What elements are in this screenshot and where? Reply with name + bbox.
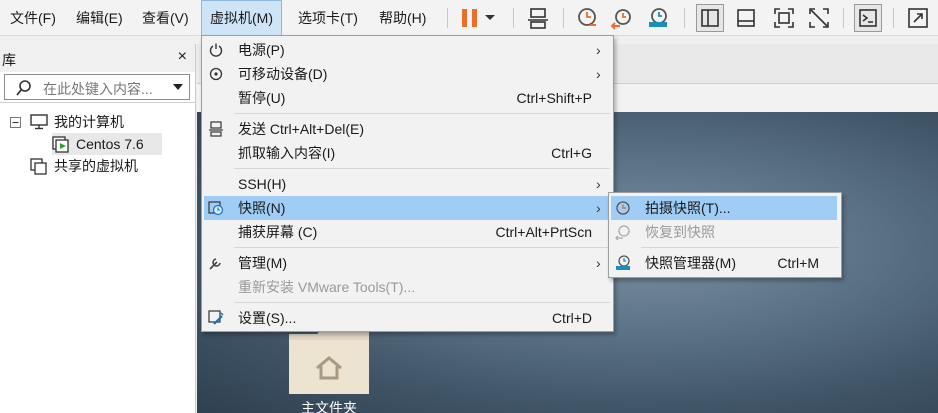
submenu-arrow-icon: › <box>596 66 601 82</box>
removable-device-icon <box>208 66 224 82</box>
stretch-guest-button[interactable] <box>904 4 932 32</box>
search-dropdown-icon[interactable] <box>173 84 183 90</box>
menu-separator <box>641 247 839 248</box>
send-keys-icon <box>208 121 224 137</box>
toolbar-separator <box>513 8 514 28</box>
submenu-arrow-icon: › <box>596 176 601 192</box>
clock-snapshot-icon <box>578 8 596 26</box>
shared-vms-icon <box>30 158 47 175</box>
shortcut-label: Ctrl+Shift+P <box>516 90 592 106</box>
stretch-icon <box>908 8 928 28</box>
show-library-button[interactable] <box>696 4 724 32</box>
snapshot-submenu: 拍摄快照(T)... 恢复到快照 快照管理器(M) Ctrl+M <box>608 192 842 278</box>
unity-mode-icon <box>809 8 829 28</box>
vm-menu-manage[interactable]: 管理(M) › <box>204 251 611 275</box>
library-title: 库 <box>2 52 16 68</box>
submenu-arrow-icon: › <box>596 255 601 271</box>
shortcut-label: Ctrl+G <box>551 145 592 161</box>
snapshot-icon <box>208 200 224 216</box>
revert-snapshot-icon <box>610 9 631 30</box>
vm-menu-grab-input[interactable]: 抓取输入内容(I) Ctrl+G <box>204 141 611 165</box>
snapshot-menu-revert[interactable]: 恢复到快照 <box>611 220 837 244</box>
tree-item-vm[interactable]: Centos 7.6 <box>52 133 162 155</box>
toolbar-separator <box>447 8 448 28</box>
snapshot-manager-icon <box>649 8 667 27</box>
vm-menu-send-ctrl-alt-del[interactable]: 发送 Ctrl+Alt+Del(E) <box>204 117 611 141</box>
home-folder-label: 主文件夹 <box>301 400 357 413</box>
vm-menu-capture-screen[interactable]: 捕获屏幕 (C) Ctrl+Alt+PrtScn <box>204 220 611 244</box>
power-dropdown-button[interactable] <box>480 4 500 32</box>
tree-label-shared-vms: 共享的虚拟机 <box>54 158 138 174</box>
library-search-input[interactable]: 在此处键入内容... <box>4 74 190 100</box>
library-divider <box>0 102 196 103</box>
library-layout-icon <box>701 9 719 27</box>
menu-separator <box>234 247 610 248</box>
send-keys-icon <box>528 8 548 29</box>
chevron-down-icon <box>485 15 495 20</box>
menu-file[interactable]: 文件(F) <box>2 0 64 36</box>
vm-menu-dropdown: 电源(P) › 可移动设备(D) › 暂停(U) Ctrl+Shift+P 发送… <box>201 35 614 332</box>
shortcut-label: Ctrl+M <box>777 255 819 271</box>
vm-menu-snapshot[interactable]: 快照(N) › <box>204 196 611 220</box>
toolbar-separator <box>563 8 564 28</box>
snapshot-manager-button[interactable] <box>644 4 672 32</box>
library-panel: 库 × 在此处键入内容... 我的计算机 Centos 7.6 共享的虚拟机 <box>0 44 196 413</box>
search-placeholder: 在此处键入内容... <box>43 81 153 97</box>
collapse-toggle-icon[interactable] <box>10 117 21 128</box>
take-snapshot-icon <box>615 200 631 216</box>
console-view-button[interactable] <box>854 4 882 32</box>
toolbar-separator <box>893 8 894 28</box>
submenu-arrow-icon: › <box>596 200 601 216</box>
vm-menu-power[interactable]: 电源(P) › <box>204 38 611 62</box>
menu-separator <box>234 113 610 114</box>
toolbar-separator <box>684 8 685 28</box>
vm-menu-reinstall-vmware-tools[interactable]: 重新安装 VMware Tools(T)... <box>204 275 611 299</box>
search-icon <box>16 80 31 96</box>
full-screen-button[interactable] <box>770 4 798 32</box>
send-ctrl-alt-del-button[interactable] <box>524 4 552 32</box>
menu-separator <box>234 302 610 303</box>
fullscreen-icon <box>774 8 794 28</box>
shortcut-label: Ctrl+Alt+PrtScn <box>495 224 592 240</box>
wrench-icon <box>208 255 224 271</box>
library-close-button[interactable]: × <box>178 48 187 66</box>
pause-icon <box>462 9 477 27</box>
menu-vm[interactable]: 虚拟机(M) <box>201 0 282 36</box>
menu-help[interactable]: 帮助(H) <box>371 0 434 36</box>
snapshot-menu-take[interactable]: 拍摄快照(T)... <box>611 196 837 220</box>
menubar: 文件(F) 编辑(E) 查看(V) 虚拟机(M) 选项卡(T) 帮助(H) <box>0 0 938 36</box>
vm-menu-ssh[interactable]: SSH(H) › <box>204 172 611 196</box>
menu-separator <box>234 168 610 169</box>
thumbnail-layout-icon <box>737 9 755 27</box>
vm-menu-settings[interactable]: 设置(S)... Ctrl+D <box>204 306 611 330</box>
tree-label-vm: Centos 7.6 <box>76 136 144 152</box>
menu-view[interactable]: 查看(V) <box>134 0 197 36</box>
vm-running-icon <box>52 136 69 153</box>
console-icon <box>859 9 877 27</box>
vm-menu-removable-devices[interactable]: 可移动设备(D) › <box>204 62 611 86</box>
menu-edit[interactable]: 编辑(E) <box>68 0 131 36</box>
unity-mode-button[interactable] <box>805 4 833 32</box>
revert-snapshot-button[interactable] <box>608 4 636 32</box>
home-folder-icon[interactable] <box>287 324 371 396</box>
power-icon <box>208 42 224 58</box>
submenu-arrow-icon: › <box>596 42 601 58</box>
revert-snapshot-icon <box>615 224 631 240</box>
library-header: 库 × <box>0 44 195 72</box>
menu-tabs[interactable]: 选项卡(T) <box>290 0 366 36</box>
settings-icon <box>208 310 224 326</box>
snapshot-manager-icon <box>615 255 631 271</box>
vm-menu-pause[interactable]: 暂停(U) Ctrl+Shift+P <box>204 86 611 110</box>
toolbar-separator <box>843 8 844 28</box>
computer-icon <box>30 114 48 130</box>
snapshot-menu-manager[interactable]: 快照管理器(M) Ctrl+M <box>611 251 837 275</box>
shortcut-label: Ctrl+D <box>551 310 592 326</box>
take-snapshot-button[interactable] <box>574 4 602 32</box>
tree-label-my-computer: 我的计算机 <box>54 114 124 130</box>
thumbnail-bar-button[interactable] <box>732 4 760 32</box>
